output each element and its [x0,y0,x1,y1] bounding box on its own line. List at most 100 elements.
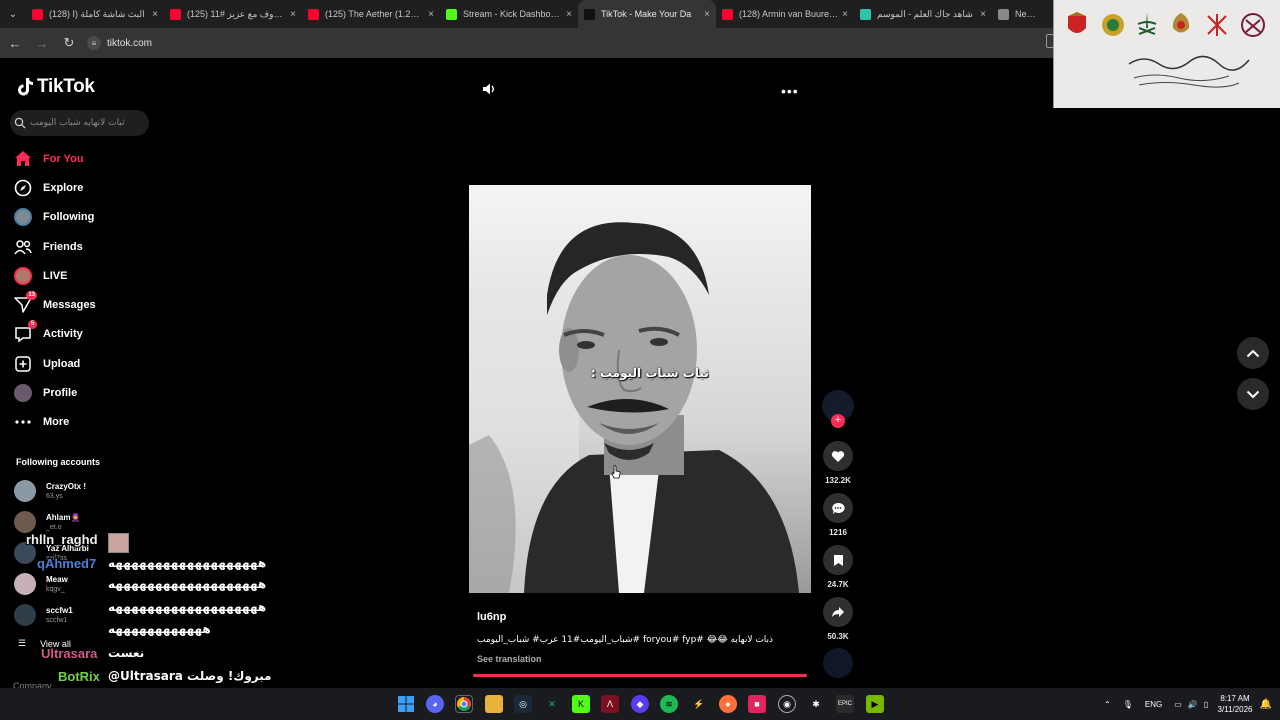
messages-icon: 13 [12,291,37,316]
bookmark-button[interactable] [823,545,853,575]
tab-title: شاهد جاك العلم - الموسم [877,8,973,19]
app-icon-pink[interactable]: ■ [748,695,766,713]
tab-close-icon[interactable]: × [704,9,710,20]
browser-tab[interactable]: (128) البث شاشة كاملة (ا × [26,0,164,28]
reload-icon[interactable]: ↻ [57,31,81,55]
account-handle: 63.ys [46,492,63,500]
tab-close-icon[interactable]: × [566,9,572,20]
back-arrow-icon[interactable]: ← [3,31,27,55]
discord-icon[interactable]: ◕ [426,695,444,713]
gulf-emblems-overlay [1053,0,1280,108]
video-author[interactable]: lu6np [477,611,506,623]
tiktok-logo[interactable]: TikTok [16,76,95,98]
volume-icon[interactable] [481,81,497,97]
app-icon-yellow[interactable]: ⚡ [690,695,708,713]
following-account[interactable]: CrazyOtx ! 63.ys [14,478,144,504]
follow-plus-icon[interactable]: + [831,414,845,428]
nav-item-label: LIVE [43,269,68,282]
nav-item-more[interactable]: More [12,408,152,437]
network-icon[interactable]: ▭ [1174,700,1182,709]
microphone-icon[interactable]: 🎙 [1123,700,1133,709]
comment-icon [832,502,845,514]
kick-app-icon[interactable]: K [572,695,590,713]
chrome-logo-icon [457,697,471,711]
see-translation-link[interactable]: See translation [477,654,542,664]
previous-video-button[interactable] [1237,337,1269,369]
compass-icon [12,177,34,199]
comment-action: 1216 [822,493,854,537]
tab-close-icon[interactable]: × [842,9,848,20]
nav-item-live[interactable]: LIVE [12,261,152,290]
nav-item-activity[interactable]: 5 Activity [12,320,152,349]
file-explorer-icon[interactable] [485,695,503,713]
video-player[interactable]: ثبات شباب اليومب : [469,185,811,593]
epic-games-icon[interactable]: EPIC [836,695,854,713]
notification-bell-icon[interactable]: 🔔 [1257,695,1275,713]
nvidia-icon[interactable]: ▶ [866,695,884,713]
taskbar-clock[interactable]: 8:17 AM 3/11/2026 [1210,693,1260,715]
music-disc-icon[interactable] [823,648,853,678]
next-video-button[interactable] [1237,378,1269,410]
browser-tab[interactable]: (125) The Aether (1.20.1) , × [302,0,440,28]
steam-icon[interactable]: ◎ [514,695,532,713]
upload-icon [12,353,34,375]
xbox-icon[interactable]: ✕ [543,695,561,713]
nav-item-friends[interactable]: Friends [12,232,152,261]
hand-cursor-icon [611,465,621,479]
nav-item-for-you[interactable]: For You [12,144,152,173]
url-text: tiktok.com [107,37,153,49]
account-name: Ahlam🧕 [46,512,81,522]
kuwait-emblem-icon [1102,14,1124,36]
url-field[interactable]: ≡ tiktok.com [87,32,987,54]
video-more-options-icon[interactable]: ••• [781,83,799,99]
nav-item-profile[interactable]: Profile [12,378,152,407]
friends-icon [12,236,34,258]
following-avatar-icon [12,206,34,228]
tab-close-icon[interactable]: × [290,9,296,20]
app-icon-red[interactable]: Λ [601,695,619,713]
saudi-emblem-icon [1137,12,1157,35]
spotify-icon[interactable]: ≋ [660,695,678,713]
chrome-icon[interactable] [455,695,473,713]
speaker-icon[interactable]: 🔊 [1188,700,1198,709]
chat-user-avatar [108,533,129,553]
tray-overflow-chevron-icon[interactable]: ⌃ [1104,700,1111,709]
windows-start-icon[interactable] [397,695,415,713]
bahrain-emblem-icon [1068,12,1086,33]
search-box[interactable] [10,110,149,136]
video-progress-bar[interactable] [473,674,807,677]
browser-tab[interactable]: TikTok - Make Your Da × [578,0,716,28]
firefox-icon[interactable]: ● [719,695,737,713]
app-icon-white[interactable]: ✱ [807,695,825,713]
nav-item-messages[interactable]: 13 Messages [12,290,152,319]
app-icon-purple[interactable]: ◆ [631,695,649,713]
tab-title: (128) البث شاشة كاملة (ا [49,8,145,19]
windows-taskbar: ◕ ◎ ✕ K Λ ◆ ≋ ⚡ ● ■ ◉ ✱ EPIC ▶ ⌃ 🎙 ENG ▭… [0,688,1280,720]
tab-close-icon[interactable]: × [428,9,434,20]
account-name: CrazyOtx ! [46,481,87,491]
browser-tab[interactable]: New Tab [992,0,1042,28]
tab-search-dropdown-icon[interactable]: ⌄ [0,0,26,28]
comment-count: 1216 [829,528,847,537]
comment-button[interactable] [823,493,853,523]
nav-item-upload[interactable]: Upload [12,349,152,378]
tab-close-icon[interactable]: × [980,9,986,20]
like-button[interactable] [823,441,853,471]
language-indicator[interactable]: ENG [1145,700,1162,709]
browser-tab[interactable]: (128) Armin van Buuren - × [716,0,854,28]
nav-item-explore[interactable]: Explore [12,173,152,202]
tab-close-icon[interactable]: × [152,9,158,20]
browser-tab[interactable]: Stream - Kick Dashboard × [440,0,578,28]
battery-icon[interactable]: ▯ [1204,700,1208,709]
site-info-icon[interactable]: ≡ [87,36,101,50]
share-button[interactable] [823,597,853,627]
profile-avatar-icon [12,382,34,404]
browser-tab[interactable]: شاهد جاك العلم - الموسم × [854,0,992,28]
browser-tab[interactable]: (125) حروف مع عزيز #11 ★ × [164,0,302,28]
video-overlay-caption: ثبات شباب اليومب : [591,366,709,380]
search-input[interactable] [30,118,145,128]
nav-item-following[interactable]: Following [12,203,152,232]
save-count: 24.7K [827,580,849,589]
forward-arrow-icon[interactable]: → [30,31,54,55]
obs-icon[interactable]: ◉ [778,695,796,713]
